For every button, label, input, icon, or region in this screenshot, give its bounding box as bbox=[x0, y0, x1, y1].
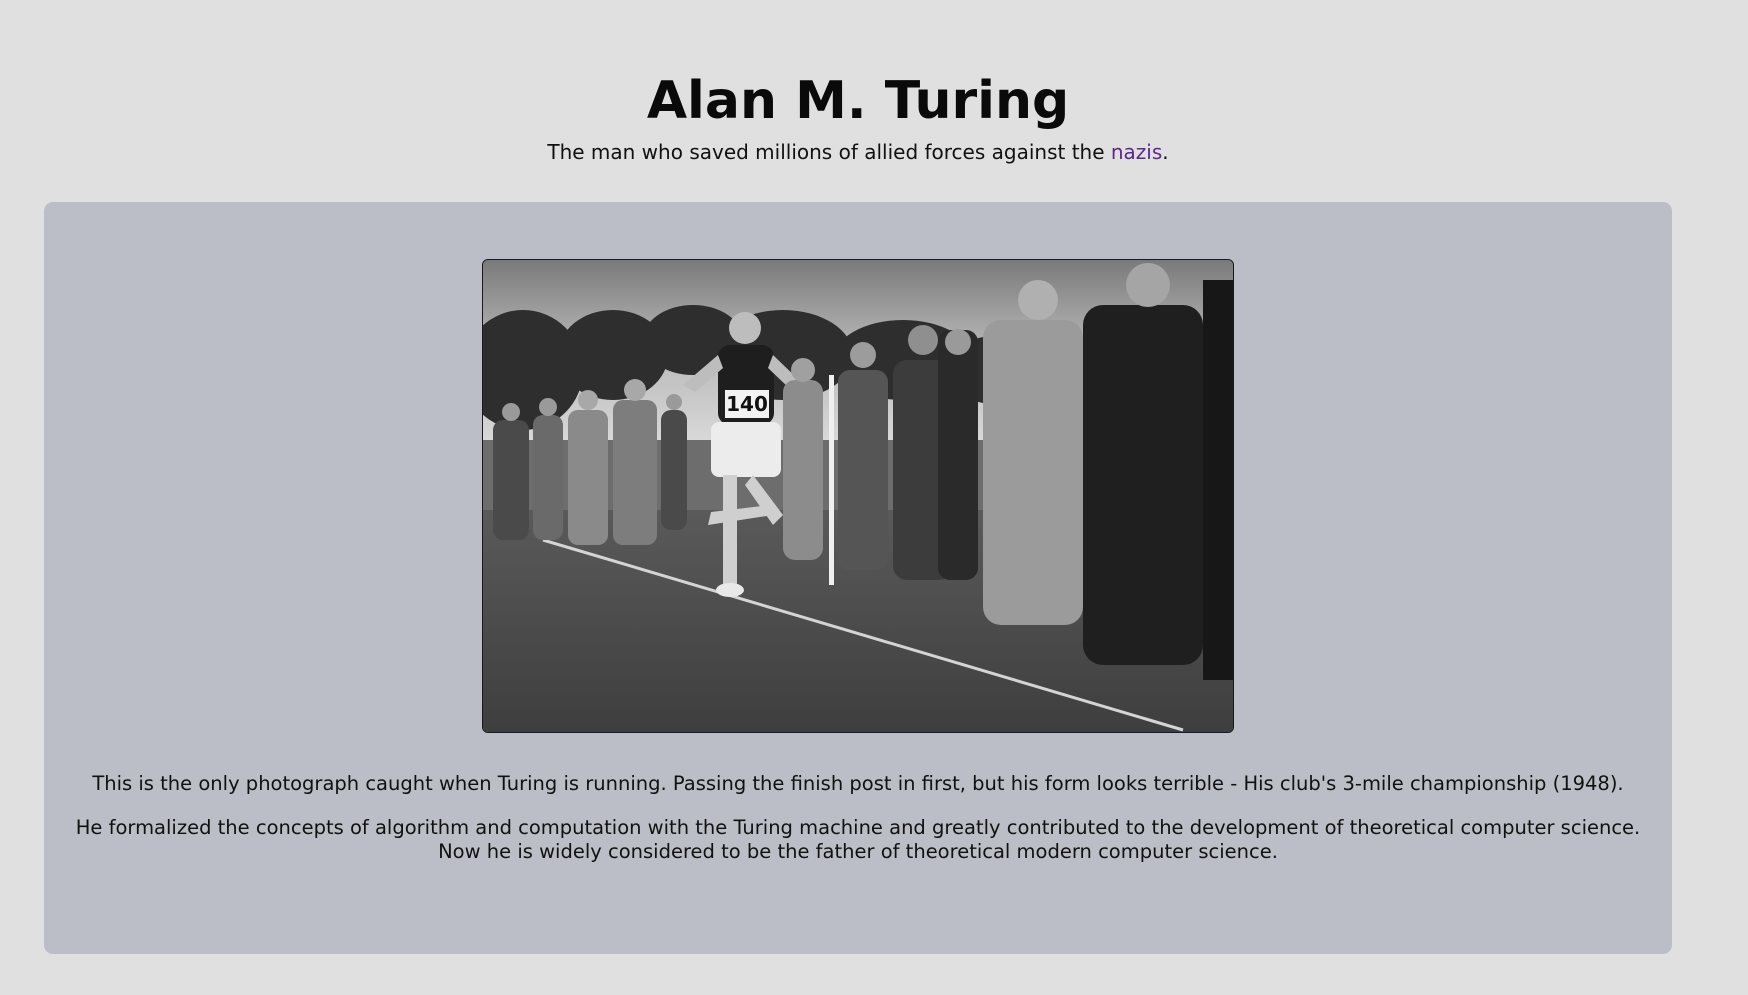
turing-running-photo: 140 bbox=[482, 259, 1234, 733]
bio-line-2: Now he is widely considered to be the fa… bbox=[438, 840, 1278, 863]
finish-post bbox=[829, 375, 834, 585]
bib-number: 140 bbox=[726, 392, 768, 416]
page: Alan M. Turing The man who saved million… bbox=[0, 0, 1748, 995]
photo-caption: This is the only photograph caught when … bbox=[92, 772, 1624, 795]
content-card: 140 This is the only photograph caught w… bbox=[44, 202, 1672, 954]
page-title: Alan M. Turing bbox=[646, 71, 1070, 131]
bio-line-1: He formalized the concepts of algorithm … bbox=[75, 816, 1641, 839]
bio-paragraph: He formalized the concepts of algorithm … bbox=[44, 816, 1672, 864]
nazis-link[interactable]: nazis bbox=[1111, 140, 1162, 164]
page-subtitle: The man who saved millions of allied for… bbox=[0, 138, 1716, 166]
subtitle-period: . bbox=[1162, 140, 1169, 164]
photo-illustration: 140 bbox=[483, 260, 1233, 732]
subtitle-text: The man who saved millions of allied for… bbox=[547, 140, 1111, 164]
